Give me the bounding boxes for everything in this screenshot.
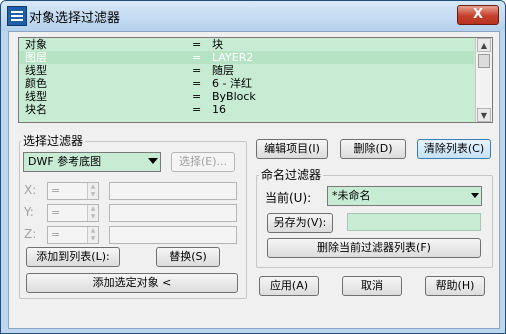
- z-operator-value: =: [51, 228, 61, 241]
- edit-item-button[interactable]: 编辑项目(I): [256, 139, 328, 159]
- title-bar[interactable]: 对象选择过滤器 X: [1, 1, 505, 31]
- list-item-name: 图层: [25, 51, 47, 64]
- scroll-down-arrow-icon[interactable]: ▼: [477, 108, 491, 122]
- spin-arrows-icon[interactable]: ▲ ▼: [87, 205, 98, 221]
- list-item-operator: =: [192, 90, 202, 103]
- list-item[interactable]: 对象 = 块: [19, 38, 474, 51]
- list-item-operator: =: [192, 38, 202, 51]
- list-item-operator: =: [192, 51, 202, 64]
- list-item-value: 16: [212, 103, 226, 116]
- list-item-name: 线型: [25, 90, 47, 103]
- select-button[interactable]: 选择(E)...: [171, 152, 235, 172]
- list-item-name: 颜色: [25, 77, 47, 90]
- z-operator-spinner[interactable]: = ▲ ▼: [47, 226, 99, 244]
- list-item-operator: =: [192, 64, 202, 77]
- list-item[interactable]: 颜色 = 6 - 洋红: [19, 77, 474, 90]
- y-operator-spinner[interactable]: = ▲ ▼: [47, 204, 99, 222]
- named-filter-group-label: 命名过滤器: [259, 166, 324, 183]
- add-to-list-button[interactable]: 添加到列表(L):: [26, 247, 120, 267]
- x-value-field[interactable]: [109, 182, 237, 200]
- app-icon: [7, 6, 27, 26]
- select-filter-group-label: 选择过滤器: [21, 132, 86, 149]
- list-item-value: 6 - 洋红: [212, 77, 252, 90]
- y-operator-value: =: [51, 206, 61, 219]
- dropdown-arrow-icon[interactable]: [471, 193, 479, 198]
- list-item-name: 对象: [25, 38, 47, 51]
- list-item-name: 线型: [25, 64, 47, 77]
- filter-list[interactable]: 对象 = 块 图层 = LAYER2 线型 = 随层 颜色 = 6 - 洋红 线…: [18, 37, 493, 123]
- list-item-operator: =: [192, 77, 202, 90]
- cancel-button[interactable]: 取消: [342, 276, 402, 296]
- spin-arrows-icon[interactable]: ▲ ▼: [87, 227, 98, 243]
- list-item[interactable]: 线型 = ByBlock: [19, 90, 474, 103]
- list-item-operator: =: [192, 103, 202, 116]
- scroll-up-arrow-icon[interactable]: ▲: [477, 38, 491, 52]
- z-value-field[interactable]: [109, 226, 237, 244]
- spin-arrows-icon[interactable]: ▲ ▼: [87, 183, 98, 199]
- list-item-value: 块: [212, 38, 223, 51]
- dropdown-arrow-icon[interactable]: [148, 158, 158, 164]
- list-item-value: ByBlock: [212, 90, 256, 103]
- x-operator-value: =: [51, 184, 61, 197]
- window-title: 对象选择过滤器: [29, 11, 121, 26]
- x-label: X:: [24, 183, 37, 197]
- dialog-body: 对象 = 块 图层 = LAYER2 线型 = 随层 颜色 = 6 - 洋红 线…: [8, 31, 500, 329]
- list-item[interactable]: 线型 = 随层: [19, 64, 474, 77]
- close-button[interactable]: X: [457, 5, 499, 25]
- x-operator-spinner[interactable]: = ▲ ▼: [47, 182, 99, 200]
- z-label: Z:: [24, 227, 37, 241]
- filter-type-value: DWF 参考底图: [28, 155, 102, 168]
- delete-button[interactable]: 删除(D): [340, 139, 406, 159]
- current-filter-value: *未命名: [332, 189, 371, 202]
- current-filter-combo[interactable]: *未命名: [327, 186, 482, 206]
- list-item-selected[interactable]: 图层 = LAYER2: [19, 51, 474, 64]
- add-selected-object-button[interactable]: 添加选定对象 <: [26, 273, 238, 293]
- save-as-name-field[interactable]: [347, 213, 481, 231]
- scrollbar-thumb[interactable]: [478, 54, 490, 68]
- list-item-value: 随层: [212, 64, 234, 77]
- y-label: Y:: [24, 205, 34, 219]
- help-button[interactable]: 帮助(H): [425, 276, 485, 296]
- filter-type-combo[interactable]: DWF 参考底图: [23, 152, 161, 172]
- current-label: 当前(U):: [265, 191, 312, 205]
- replace-button[interactable]: 替换(S): [156, 247, 220, 267]
- delete-current-filter-list-button[interactable]: 删除当前过滤器列表(F): [267, 238, 481, 258]
- filter-list-rows: 对象 = 块 图层 = LAYER2 线型 = 随层 颜色 = 6 - 洋红 线…: [19, 38, 474, 116]
- object-selection-filter-window: 对象选择过滤器 X 对象 = 块 图层 = LAYER2 线型 = 随层 颜色 …: [0, 0, 506, 334]
- apply-button[interactable]: 应用(A): [259, 276, 319, 296]
- list-item-value: LAYER2: [212, 51, 254, 64]
- list-scrollbar[interactable]: ▲ ▼: [475, 38, 492, 122]
- clear-list-button[interactable]: 清除列表(C): [417, 139, 491, 159]
- y-value-field[interactable]: [109, 204, 237, 222]
- list-item-name: 块名: [25, 103, 47, 116]
- list-item[interactable]: 块名 = 16: [19, 103, 474, 116]
- save-as-button[interactable]: 另存为(V):: [267, 213, 333, 233]
